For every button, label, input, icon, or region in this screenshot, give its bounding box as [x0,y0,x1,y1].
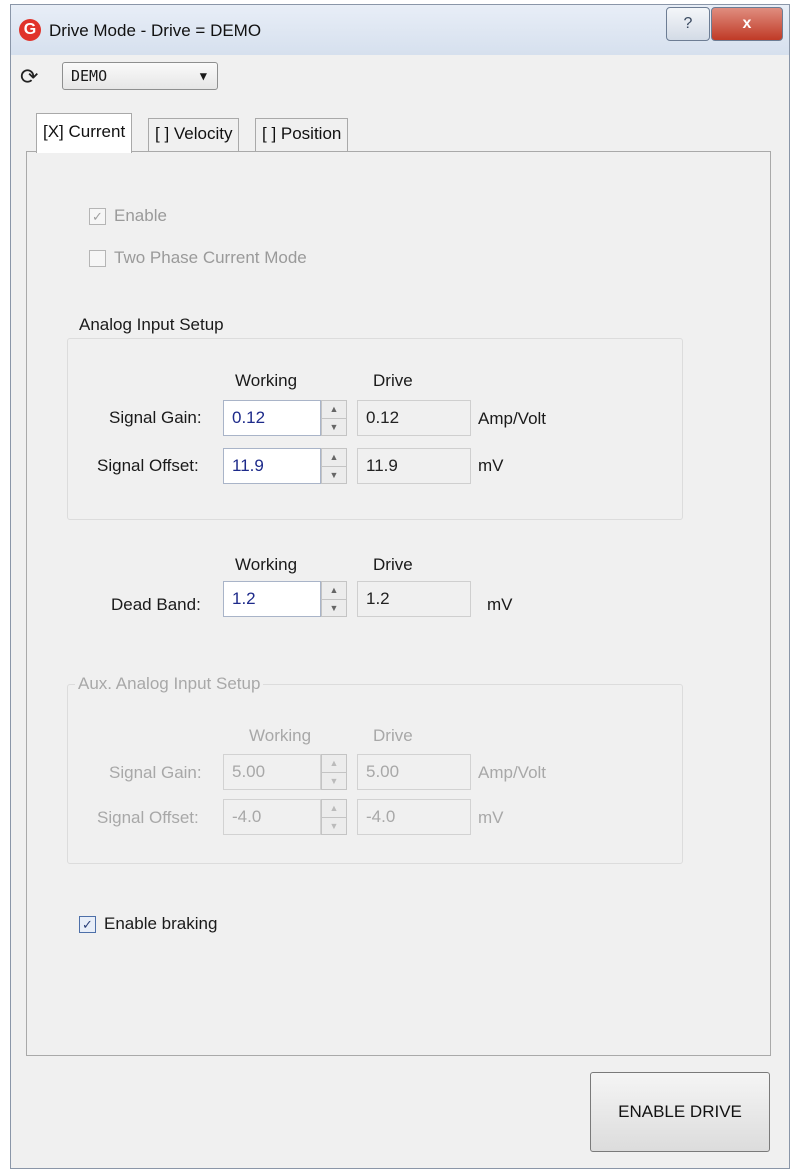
enable-label: Enable [114,206,167,225]
analog-drive-header: Drive [373,371,413,390]
dead-band-drive-header: Drive [373,555,413,574]
spin-up-icon[interactable]: ▲ [322,582,346,600]
dead-band-working-header: Working [235,555,298,574]
aux-signal-offset-unit: mV [478,808,504,827]
spin-down-icon[interactable]: ▼ [322,600,346,617]
close-button[interactable]: x [711,7,783,41]
aux-signal-offset-spinner: ▲ ▼ [321,799,347,835]
title-bar: G Drive Mode - Drive = DEMO ? x [11,5,789,55]
aux-drive-header: Drive [373,726,413,745]
enable-drive-button[interactable]: ENABLE DRIVE [590,1072,770,1152]
signal-offset-unit: mV [478,456,504,475]
tab-current[interactable]: [X] Current [36,113,133,153]
signal-offset-spinner[interactable]: ▲ ▼ [321,448,347,484]
spin-down-icon: ▼ [329,776,339,786]
spin-up-icon[interactable]: ▲ [322,401,346,419]
signal-gain-unit: Amp/Volt [478,409,547,428]
two-phase-check-icon [89,250,106,267]
app-logo-icon: G [19,19,41,41]
aux-signal-gain-unit: Amp/Volt [478,763,547,782]
spin-down-icon: ▼ [329,821,339,831]
current-tab-panel: ✓ Enable Two Phase Current Mode Analog I… [26,151,771,1056]
refresh-icon[interactable]: ⟳ [20,64,38,90]
spin-up-icon[interactable]: ▲ [322,449,346,467]
aux-signal-offset-working-input: -4.0 [223,799,321,835]
aux-signal-offset-label: Signal Offset: [97,808,199,827]
dead-band-working-input[interactable]: 1.2 [223,581,321,617]
window-title: Drive Mode - Drive = DEMO [49,21,262,40]
signal-gain-drive-value: 0.12 [357,400,471,436]
aux-signal-gain-spinner: ▲ ▼ [321,754,347,790]
signal-offset-working-input[interactable]: 11.9 [223,448,321,484]
enable-braking-label: Enable braking [104,914,218,933]
enable-check-icon: ✓ [89,208,106,225]
signal-offset-drive-value: 11.9 [357,448,471,484]
spin-down-icon[interactable]: ▼ [322,467,346,484]
spin-up-icon: ▲ [322,755,346,773]
signal-gain-working-input[interactable]: 0.12 [223,400,321,436]
aux-signal-gain-label: Signal Gain: [109,763,202,782]
aux-working-header: Working [249,726,312,745]
dead-band-unit: mV [487,595,513,614]
help-button[interactable]: ? [666,7,710,41]
analog-working-header: Working [235,371,298,390]
braking-check-icon: ✓ [79,916,96,933]
aux-signal-offset-drive-value: -4.0 [357,799,471,835]
tab-position[interactable]: [ ] Position [255,118,349,151]
dead-band-drive-value: 1.2 [357,581,471,617]
aux-signal-gain-working-input: 5.00 [223,754,321,790]
aux-signal-gain-drive-value: 5.00 [357,754,471,790]
two-phase-label: Two Phase Current Mode [114,248,307,267]
dead-band-label: Dead Band: [111,595,201,614]
signal-offset-label: Signal Offset: [97,456,199,475]
drive-select-value: DEMO [71,67,108,85]
analog-input-title: Analog Input Setup [79,315,224,334]
spin-down-icon[interactable]: ▼ [322,419,346,436]
signal-gain-label: Signal Gain: [109,408,202,427]
dead-band-spinner[interactable]: ▲ ▼ [321,581,347,617]
chevron-down-icon: ▼ [199,69,207,83]
aux-analog-input-title: Aux. Analog Input Setup [75,674,264,694]
drive-select[interactable]: DEMO ▼ [62,62,218,90]
signal-gain-spinner[interactable]: ▲ ▼ [321,400,347,436]
spin-up-icon: ▲ [322,800,346,818]
tab-velocity[interactable]: [ ] Velocity [148,118,240,151]
